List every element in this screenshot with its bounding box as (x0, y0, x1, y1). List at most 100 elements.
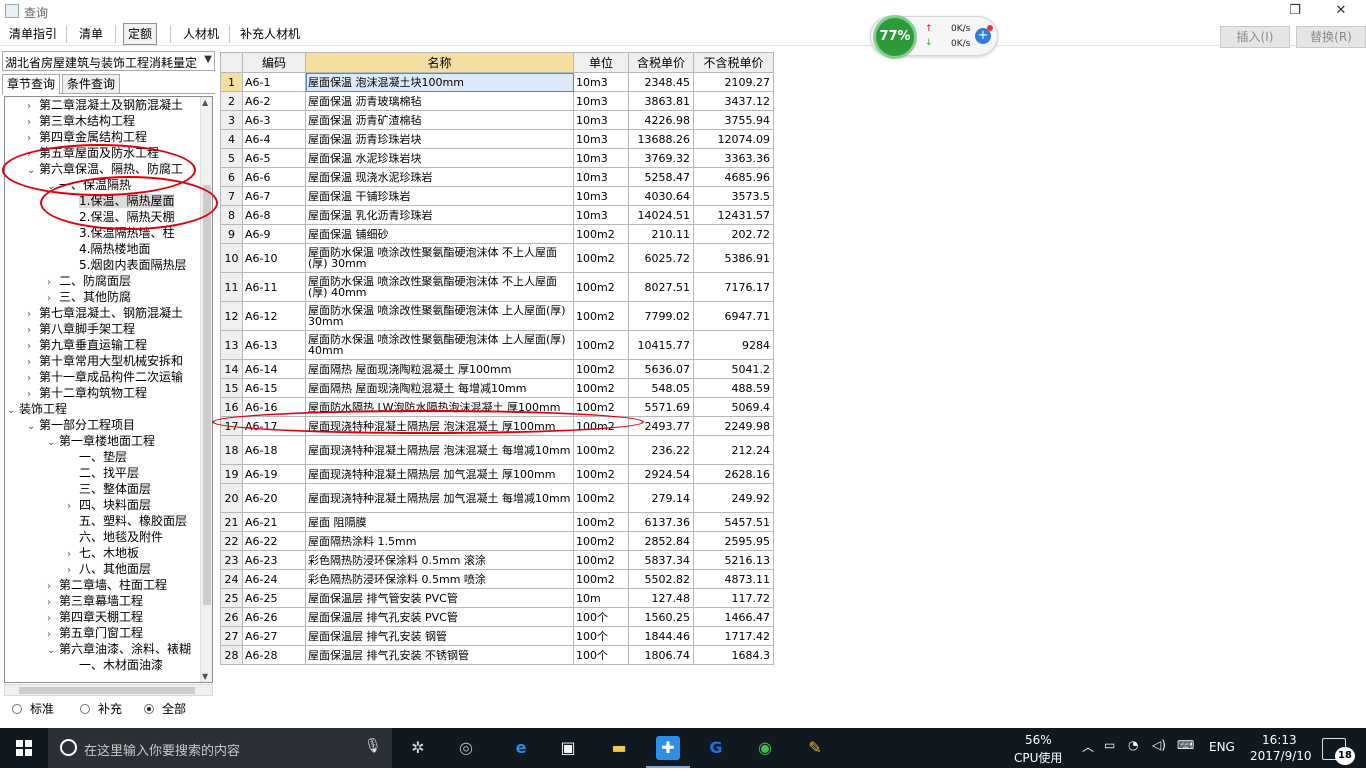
quota-unit[interactable]: 100个 (573, 607, 629, 627)
tree-item[interactable]: ⌄ 一、保温隔热 (47, 177, 131, 193)
row-index[interactable]: 28 (220, 645, 243, 665)
quota-unit[interactable]: 100m2 (573, 359, 629, 379)
quota-name[interactable]: 彩色隔热防浸环保涂料 0.5mm 滚涂 (305, 550, 574, 570)
tree-item[interactable]: › 第二章混凝土及钢筋混凝土 (27, 97, 183, 113)
chevron-right-icon[interactable]: › (47, 611, 59, 627)
notax-unit-price[interactable]: 3573.5 (693, 186, 774, 206)
row-index[interactable]: 13 (220, 330, 243, 360)
table-row[interactable]: 3 A6-3 屋面保温 沥青矿渣棉毡 10m3 4226.98 3755.94 (220, 110, 774, 130)
radio-circle-icon[interactable] (80, 704, 90, 714)
restore-button[interactable]: ❐ (1280, 2, 1310, 20)
notax-unit-price[interactable]: 3363.36 (693, 148, 774, 168)
tree-item[interactable]: › 第九章垂直运输工程 (27, 337, 147, 353)
column-header-index[interactable] (220, 52, 243, 73)
row-index[interactable]: 26 (220, 607, 243, 627)
tax-unit-price[interactable]: 1844.46 (628, 626, 694, 646)
quota-code[interactable]: A6-27 (242, 626, 306, 646)
insert-button[interactable]: 插入(I) (1220, 26, 1290, 48)
chevron-right-icon[interactable]: › (27, 323, 39, 339)
quota-name[interactable]: 屋面防水隔热 LW泡防水隔热泡沫混凝土 厚100mm (305, 397, 574, 417)
row-index[interactable]: 25 (220, 588, 243, 608)
quota-unit[interactable]: 100m2 (573, 512, 629, 532)
quota-unit[interactable]: 100m2 (573, 531, 629, 551)
table-row[interactable]: 22 A6-22 屋面隔热涂料 1.5mm 100m2 2852.84 2595.95 (220, 531, 774, 551)
chevron-down-icon[interactable]: ⌄ (27, 419, 39, 435)
pinwheel-app-icon[interactable]: ✲ (406, 736, 430, 760)
quota-unit[interactable]: 100个 (573, 626, 629, 646)
table-row[interactable]: 12 A6-12 屋面防水保温 喷涂改性聚氨酯硬泡沫体 上人屋面(厚) 30mm 10… (220, 301, 774, 331)
chevron-right-icon[interactable]: › (27, 387, 39, 403)
chevron-right-icon[interactable]: › (27, 147, 39, 163)
quota-name[interactable]: 屋面保温 沥青玻璃棉毡 (305, 91, 574, 111)
tree-item[interactable]: › 三、其他防腐 (47, 289, 131, 305)
quota-code[interactable]: A6-6 (242, 167, 306, 187)
quota-name[interactable]: 屋面防水保温 喷涂改性聚氨酯硬泡沫体 上人屋面(厚) 30mm (305, 301, 574, 331)
row-index[interactable]: 27 (220, 626, 243, 646)
quota-code[interactable]: A6-13 (242, 330, 306, 360)
tree-item[interactable]: › 第三章幕墙工程 (47, 593, 143, 609)
notax-unit-price[interactable]: 5386.91 (693, 243, 774, 273)
refresh-app-icon[interactable]: ◉ (753, 736, 777, 760)
quota-name[interactable]: 屋面保温 铺细砂 (305, 224, 574, 244)
quota-name[interactable]: 屋面隔热涂料 1.5mm (305, 531, 574, 551)
table-row[interactable]: 1 A6-1 屋面保温 泡沫混凝土块100mm 10m3 2348.45 2109.27 (220, 72, 774, 92)
tree-item[interactable]: 5.烟囱内表面隔热层 (67, 257, 186, 273)
tax-unit-price[interactable]: 3863.81 (628, 91, 694, 111)
search-input[interactable]: 在这里输入你要搜索的内容 (84, 740, 240, 759)
row-index[interactable]: 18 (220, 435, 243, 465)
chevron-right-icon[interactable]: › (27, 99, 39, 115)
row-index[interactable]: 16 (220, 397, 243, 417)
notax-unit-price[interactable]: 2109.27 (693, 72, 774, 92)
quota-unit[interactable]: 10m3 (573, 186, 629, 206)
tree-item[interactable]: › 四、块料面层 (67, 497, 151, 513)
quota-code[interactable]: A6-20 (242, 483, 306, 513)
chevron-down-icon[interactable]: ⌄ (47, 643, 59, 659)
clock-date[interactable]: 2017/9/10 (1250, 749, 1312, 763)
quota-name[interactable]: 屋面隔热 屋面现浇陶粒混凝土 每增减10mm (305, 378, 574, 398)
table-row[interactable]: 25 A6-25 屋面保温层 排气管安装 PVC管 10m 127.48 117.72 (220, 588, 774, 608)
table-row[interactable]: 13 A6-13 屋面防水保温 喷涂改性聚氨酯硬泡沫体 上人屋面(厚) 40mm 10… (220, 330, 774, 360)
tree-item[interactable]: › 第五章屋面及防水工程 (27, 145, 159, 161)
quota-code[interactable]: A6-9 (242, 224, 306, 244)
tree-item[interactable]: 二、找平层 (67, 465, 139, 481)
quota-code[interactable]: A6-14 (242, 359, 306, 379)
table-row[interactable]: 18 A6-18 屋面现浇特种混凝土隔热层 泡沫混凝土 每增减10mm 100m2 23… (220, 435, 774, 465)
edge-browser-icon[interactable]: e (509, 736, 533, 760)
scroll-thumb[interactable] (203, 185, 211, 605)
row-index[interactable]: 1 (220, 72, 243, 92)
quota-unit[interactable]: 100个 (573, 645, 629, 665)
tax-unit-price[interactable]: 5502.82 (628, 569, 694, 589)
quota-code[interactable]: A6-2 (242, 91, 306, 111)
chapter-tree[interactable]: 一、木材面油漆 ⌄ 第六章油漆、涂料、裱糊 › 第五章门窗工程 › 第四章天棚工程 › 第三章幕… (4, 96, 213, 683)
notax-unit-price[interactable]: 249.92 (693, 483, 774, 513)
table-row[interactable]: 17 A6-17 屋面现浇特种混凝土隔热层 泡沫混凝土 厚100mm 100m2 249… (220, 416, 774, 436)
quota-table[interactable]: 编码 名称 单位 含税单价 不含税单价 1 A6-1 屋面保温 泡沫混凝土块100m… (220, 52, 774, 665)
tree-item[interactable]: 五、塑料、橡胶面层 (67, 513, 187, 529)
quota-name[interactable]: 屋面保温层 排气孔安装 钢管 (305, 626, 574, 646)
tax-unit-price[interactable]: 548.05 (628, 378, 694, 398)
quota-code[interactable]: A6-16 (242, 397, 306, 417)
tax-unit-price[interactable]: 6137.36 (628, 512, 694, 532)
quota-name[interactable]: 屋面防水保温 喷涂改性聚氨酯硬泡沫体 不上人屋面(厚) 40mm (305, 272, 574, 302)
quota-name[interactable]: 屋面保温层 排气孔安装 不锈钢管 (305, 645, 574, 665)
quota-code[interactable]: A6-7 (242, 186, 306, 206)
quota-code[interactable]: A6-8 (242, 205, 306, 225)
close-button[interactable]: ✕ (1326, 2, 1356, 20)
row-index[interactable]: 22 (220, 531, 243, 551)
notax-unit-price[interactable]: 6947.71 (693, 301, 774, 331)
quota-name[interactable]: 屋面保温 现浇水泥珍珠岩 (305, 167, 574, 187)
tree-item[interactable]: › 第四章金属结构工程 (27, 129, 147, 145)
table-row[interactable]: 6 A6-6 屋面保温 现浇水泥珍珠岩 10m3 5258.47 4685.96 (220, 167, 774, 187)
quota-name[interactable]: 屋面 阻隔膜 (305, 512, 574, 532)
notax-unit-price[interactable]: 4873.11 (693, 569, 774, 589)
chevron-right-icon[interactable]: › (47, 579, 59, 595)
tab-quota[interactable]: 定额 (123, 23, 158, 45)
chevron-right-icon[interactable]: › (47, 291, 59, 307)
quota-grid[interactable]: 编码 名称 单位 含税单价 不含税单价 1 A6-1 屋面保温 泡沫混凝土块100m… (220, 52, 776, 666)
quota-unit[interactable]: 10m3 (573, 167, 629, 187)
row-index[interactable]: 17 (220, 416, 243, 436)
chevron-right-icon[interactable]: › (67, 499, 79, 515)
tax-unit-price[interactable]: 5636.07 (628, 359, 694, 379)
keyboard-icon[interactable]: ⌨ (1177, 738, 1194, 778)
quota-code[interactable]: A6-12 (242, 301, 306, 331)
